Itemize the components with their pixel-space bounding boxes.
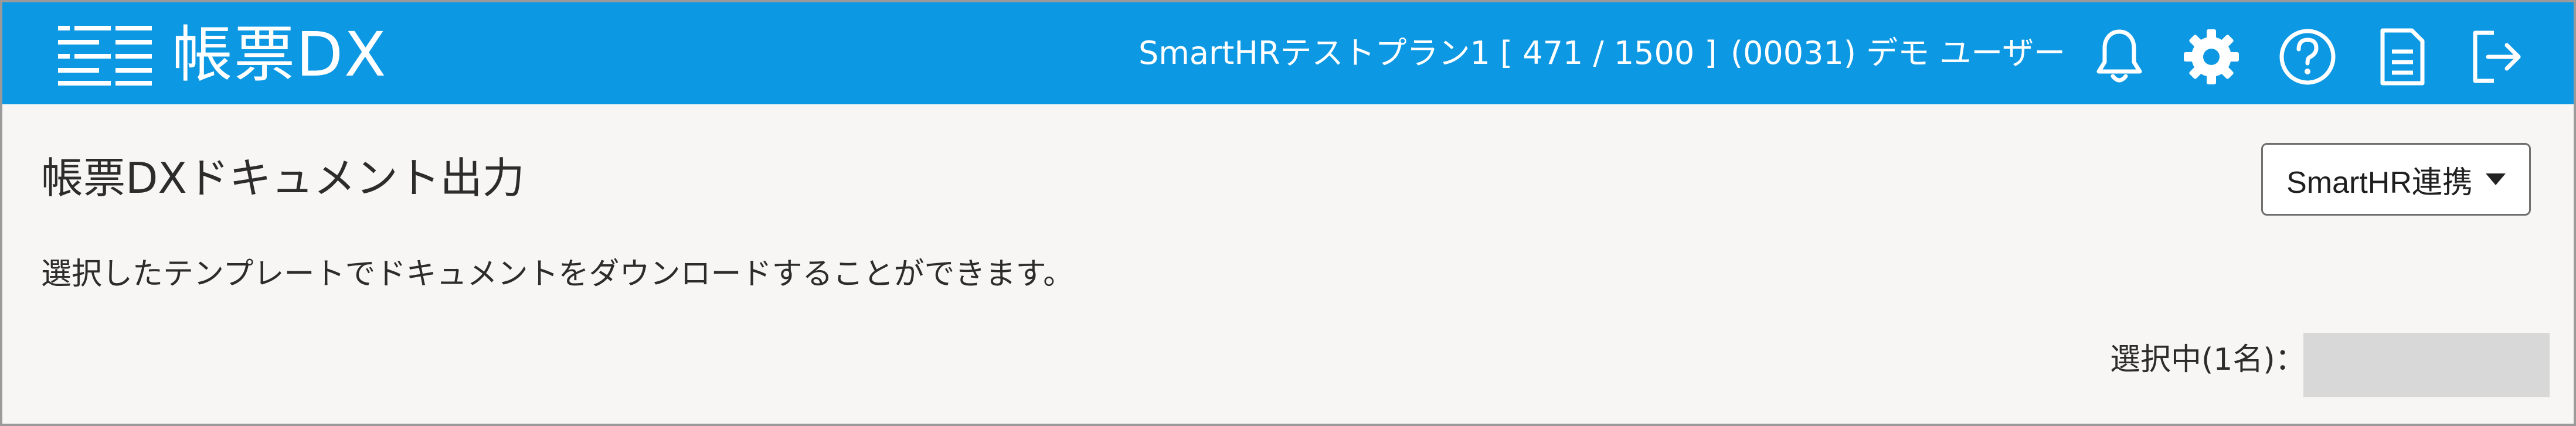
selected-employee-field[interactable] <box>2303 333 2550 397</box>
app-logo[interactable]: 帳票DX <box>58 22 387 87</box>
selected-count-label: 選択中(1名)： <box>2110 342 2306 377</box>
logo-mark-icon <box>58 26 152 86</box>
plan-info: SmartHRテストプラン1 [ 471 / 1500 ] <box>1139 35 1717 71</box>
smarthr-sync-dropdown[interactable]: SmartHR連携 <box>2261 143 2531 216</box>
logo-text: 帳票DX <box>172 19 388 90</box>
help-button[interactable] <box>2275 25 2340 89</box>
page-title: 帳票DXドキュメント出力 <box>41 154 525 203</box>
gear-icon <box>2184 29 2239 84</box>
help-icon <box>2279 29 2336 85</box>
notifications-button[interactable] <box>2087 25 2152 89</box>
app-window: 帳票DX SmartHRテストプラン1 [ 471 / 1500 ] (0003… <box>0 0 2576 426</box>
document-icon <box>2380 28 2425 86</box>
bell-icon <box>2096 29 2142 83</box>
top-header: 帳票DX SmartHRテストプラン1 [ 471 / 1500 ] (0003… <box>2 2 2574 104</box>
caret-down-icon <box>2485 173 2506 185</box>
page-description: 選択したテンプレートでドキュメントをダウンロードすることができます。 <box>41 257 1074 292</box>
logout-icon <box>2473 30 2521 83</box>
user-info[interactable]: (00031) デモ ユーザー <box>1731 35 2065 72</box>
documents-button[interactable] <box>2370 25 2434 89</box>
main-content: 帳票DXドキュメント出力 SmartHR連携 選択したテンプレートでドキュメント… <box>2 104 2574 424</box>
smarthr-sync-label: SmartHR連携 <box>2286 165 2473 200</box>
logout-button[interactable] <box>2465 25 2529 89</box>
settings-button[interactable] <box>2179 25 2244 89</box>
